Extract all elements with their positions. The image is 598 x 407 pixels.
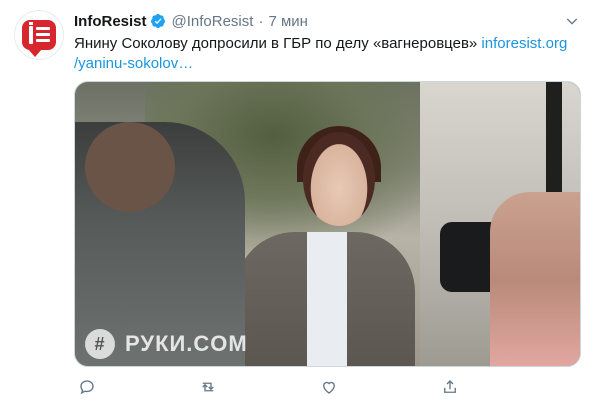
reply-button[interactable] <box>74 376 151 398</box>
verified-badge-icon <box>150 14 165 28</box>
reply-icon <box>80 380 94 395</box>
like-button[interactable] <box>316 376 393 398</box>
tweet-text: Янину Соколову допросили в ГБР по делу «… <box>74 34 579 74</box>
timestamp[interactable]: 7 мин <box>268 13 308 30</box>
share-button[interactable] <box>437 376 514 398</box>
tweet-link-domain[interactable]: inforesist.org <box>481 35 567 52</box>
retweet-icon <box>202 382 214 392</box>
tweet-actions <box>74 376 514 398</box>
separator-dot: · <box>258 12 264 30</box>
heart-icon <box>323 381 335 394</box>
tweet-link-path[interactable]: /yaninu-sokolov… <box>74 55 193 72</box>
display-name[interactable]: InfoResist <box>74 13 147 30</box>
avatar[interactable] <box>14 10 64 60</box>
hashtag-icon: # <box>85 329 115 359</box>
watermark-text: РУКИ.COM <box>125 331 248 356</box>
handle[interactable]: @InfoResist <box>172 13 254 30</box>
media-watermark: # РУКИ.COM <box>85 328 248 360</box>
chevron-down-icon[interactable] <box>564 13 580 29</box>
inforesist-logo <box>22 20 56 57</box>
tweet-media-photo[interactable]: # РУКИ.COM <box>74 81 581 367</box>
tweet-header: InfoResist @InfoResist · 7 мин <box>74 11 584 31</box>
retweet-button[interactable] <box>195 376 272 398</box>
tweet-text-body: Янину Соколову допросили в ГБР по делу «… <box>74 35 482 52</box>
share-icon <box>444 380 456 393</box>
